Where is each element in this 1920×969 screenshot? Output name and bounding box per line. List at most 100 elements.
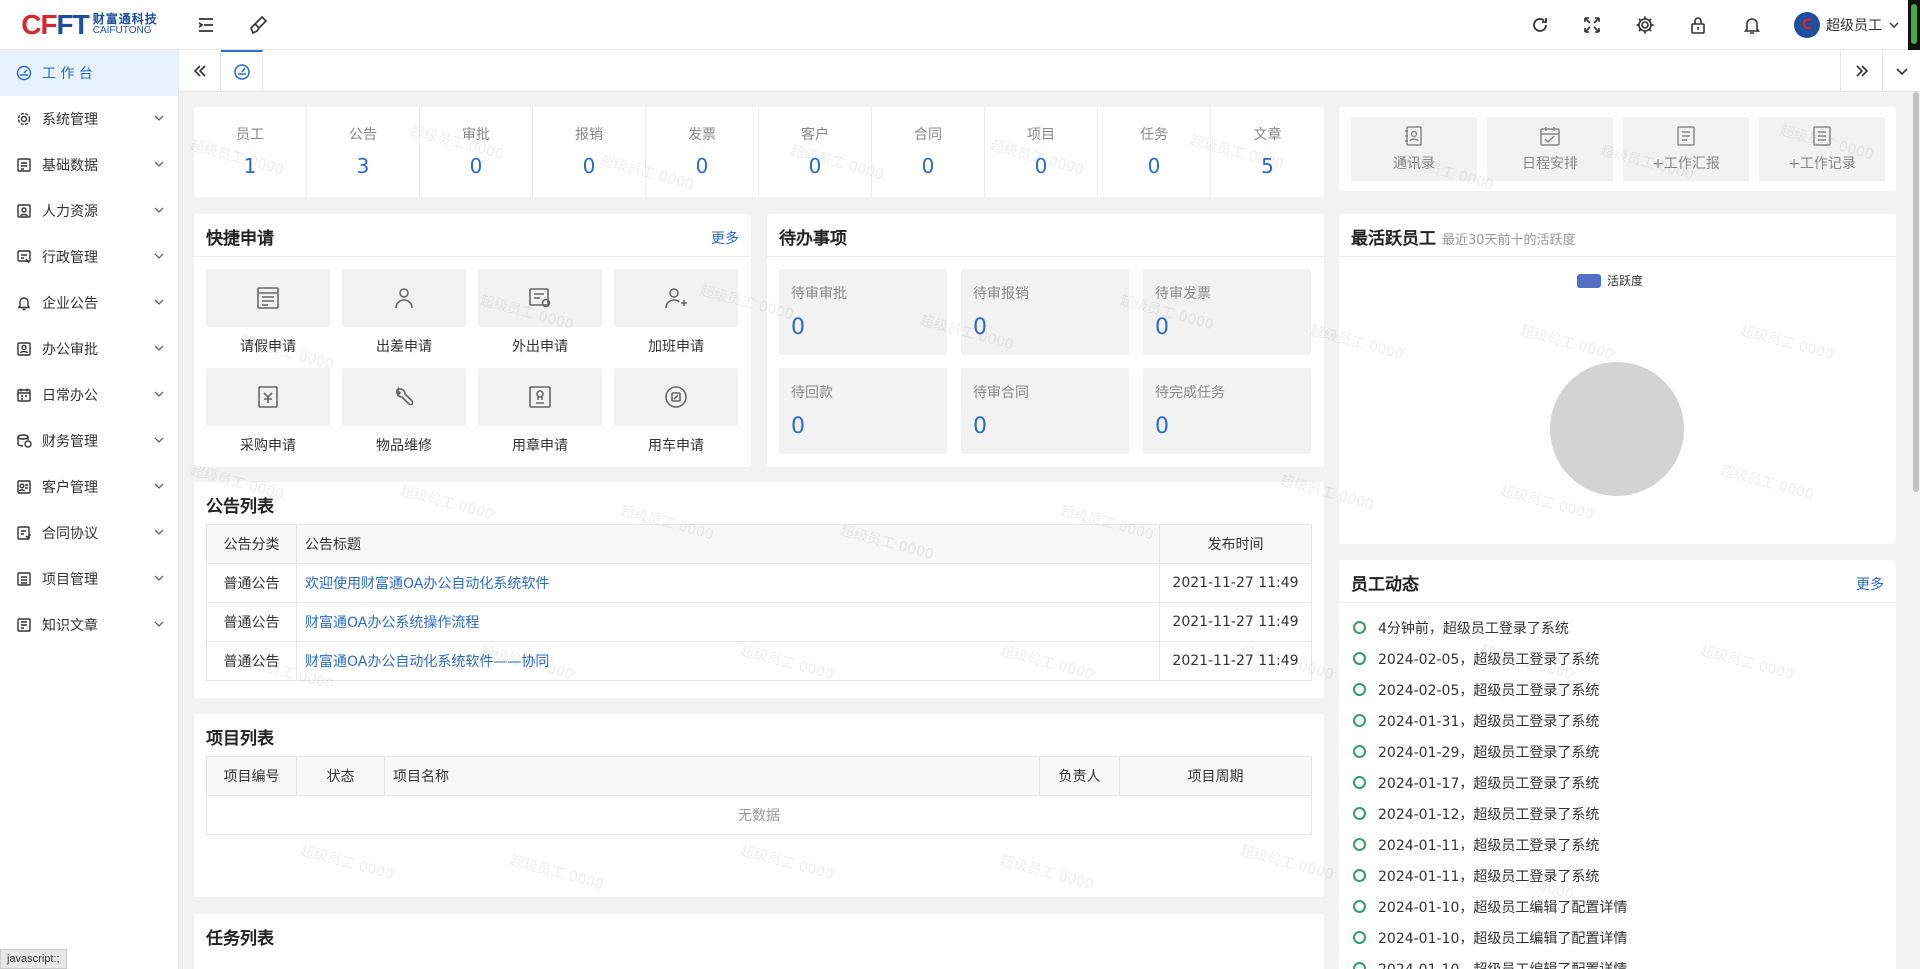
lock-button[interactable] xyxy=(1672,0,1724,50)
chevron-down-icon xyxy=(154,575,164,581)
tool-button[interactable]: +工作记录 xyxy=(1759,117,1885,181)
stat-item[interactable]: 员工 1 xyxy=(194,107,307,197)
notice-category: 普通公告 xyxy=(206,563,297,603)
todo-item[interactable]: 待审合同 0 xyxy=(961,368,1129,454)
logo[interactable]: CFFT 财富通科技 CAIFUTONG xyxy=(0,0,179,50)
stat-item[interactable]: 文章 5 xyxy=(1211,107,1324,197)
fullscreen-button[interactable] xyxy=(1566,0,1618,50)
sidebar-item-12[interactable]: 知识文章 xyxy=(0,602,178,648)
project-list-card: 项目列表 项目编号 状态 项目名称 负责人 项目周期 无数据 xyxy=(194,714,1324,897)
sidebar-item-6[interactable]: 办公审批 xyxy=(0,326,178,372)
menu-toggle-button[interactable] xyxy=(180,0,232,50)
project-list-title: 项目列表 xyxy=(206,729,274,749)
sidebar-item-3[interactable]: 人力资源 xyxy=(0,188,178,234)
employee-activity-more-link[interactable]: 更多 xyxy=(1856,574,1884,594)
table-row: 普通公告 财富通OA办公系统操作流程 2021-11-27 11:49 xyxy=(206,602,1312,642)
clean-cache-button[interactable] xyxy=(232,0,284,50)
stat-item[interactable]: 客户 0 xyxy=(759,107,872,197)
quick-apply-button[interactable] xyxy=(478,368,602,426)
user-name: 超级员工 xyxy=(1826,18,1882,34)
sidebar-item-2[interactable]: 基础数据 xyxy=(0,142,178,188)
stat-label: 项目 xyxy=(1027,127,1055,143)
column-header: 公告标题 xyxy=(296,524,1160,564)
quick-apply-button[interactable] xyxy=(342,368,466,426)
timeline-dot-icon xyxy=(1353,776,1366,789)
stat-item[interactable]: 项目 0 xyxy=(985,107,1098,197)
quick-apply-button[interactable] xyxy=(206,269,330,327)
sidebar-item-0[interactable]: 工 作 台 xyxy=(0,50,178,96)
double-chevron-left-icon xyxy=(193,64,206,77)
schedule-icon xyxy=(1540,127,1560,146)
tab-scroll-right-button[interactable] xyxy=(1840,50,1882,91)
sidebar-item-4[interactable]: 行政管理 xyxy=(0,234,178,280)
stat-label: 发票 xyxy=(688,127,716,143)
activity-text: 2024-01-10，超级员工编辑了配置详情 xyxy=(1378,959,1627,969)
menu-fold-icon xyxy=(198,18,213,32)
chart-legend[interactable]: 活跃度 xyxy=(1577,272,1643,289)
tool-button[interactable]: +工作汇报 xyxy=(1623,117,1749,181)
tool-button[interactable]: 日程安排 xyxy=(1487,117,1613,181)
stat-item[interactable]: 公告 3 xyxy=(307,107,420,197)
stat-item[interactable]: 报销 0 xyxy=(533,107,646,197)
main-scrollbar[interactable] xyxy=(1912,92,1920,969)
notice-title-link[interactable]: 欢迎使用财富通OA办公自动化系统软件 xyxy=(305,576,549,592)
refresh-button[interactable] xyxy=(1514,0,1566,50)
sidebar-item-10[interactable]: 合同协议 xyxy=(0,510,178,556)
quick-apply-label[interactable]: 外出申请 xyxy=(478,336,602,356)
notification-button[interactable] xyxy=(1726,0,1778,50)
user-menu[interactable]: C 超级员工 xyxy=(1794,0,1900,50)
sidebar-item-8[interactable]: 财务管理 xyxy=(0,418,178,464)
top-header: CFFT 财富通科技 CAIFUTONG C 超级员工 xyxy=(0,0,1920,50)
sidebar-item-label: 项目管理 xyxy=(42,572,98,588)
stat-value: 0 xyxy=(921,154,935,178)
todo-item[interactable]: 待审发票 0 xyxy=(1143,269,1311,355)
quick-apply-label[interactable]: 物品维修 xyxy=(342,435,466,455)
employee-activity-card: 员工动态 更多 4分钟前，超级员工登录了系统 2024-02-05，超级员工登录了… xyxy=(1339,560,1896,969)
sidebar-item-11[interactable]: 项目管理 xyxy=(0,556,178,602)
quick-apply-label[interactable]: 出差申请 xyxy=(342,336,466,356)
quick-apply-label[interactable]: 加班申请 xyxy=(614,336,738,356)
data-icon xyxy=(16,157,32,173)
todo-item[interactable]: 待审报销 0 xyxy=(961,269,1129,355)
active-employees-card: 最活跃员工 最近30天前十的活跃度 活跃度 xyxy=(1339,214,1896,544)
sidebar-item-label: 合同协议 xyxy=(42,526,98,542)
stat-item[interactable]: 合同 0 xyxy=(872,107,985,197)
quick-apply-button[interactable] xyxy=(614,368,738,426)
stat-item[interactable]: 发票 0 xyxy=(646,107,759,197)
refresh-icon xyxy=(1533,18,1547,32)
sidebar-item-label: 财务管理 xyxy=(42,434,98,450)
settings-button[interactable] xyxy=(1619,0,1671,50)
activity-pie-chart xyxy=(1550,362,1684,496)
sidebar-item-5[interactable]: 企业公告 xyxy=(0,280,178,326)
notice-title-link[interactable]: 财富通OA办公自动化系统软件——协同 xyxy=(305,654,549,670)
stat-item[interactable]: 任务 0 xyxy=(1098,107,1211,197)
quick-apply-label[interactable]: 用章申请 xyxy=(478,435,602,455)
quick-apply-button[interactable] xyxy=(206,368,330,426)
tab-home[interactable] xyxy=(221,50,263,91)
todo-item[interactable]: 待回款 0 xyxy=(779,368,947,454)
todo-item[interactable]: 待审审批 0 xyxy=(779,269,947,355)
sidebar-item-7[interactable]: 日常办公 xyxy=(0,372,178,418)
notice-list-card: 公告列表 公告分类 公告标题 发布时间 普通公告 欢迎使用财富通OA办公自动化系统… xyxy=(194,482,1324,698)
quick-apply-label[interactable]: 采购申请 xyxy=(206,435,330,455)
quick-apply-button[interactable] xyxy=(478,269,602,327)
quick-apply-button[interactable] xyxy=(342,269,466,327)
stat-item[interactable]: 审批 0 xyxy=(420,107,533,197)
tab-menu-button[interactable] xyxy=(1882,50,1920,91)
tab-scroll-left-button[interactable] xyxy=(179,50,221,91)
chevron-down-icon xyxy=(154,345,164,351)
sidebar-item-1[interactable]: 系统管理 xyxy=(0,96,178,142)
quick-apply-button[interactable] xyxy=(614,269,738,327)
sidebar-item-9[interactable]: 客户管理 xyxy=(0,464,178,510)
todo-label: 待完成任务 xyxy=(1155,385,1225,401)
quick-apply-label[interactable]: 请假申请 xyxy=(206,336,330,356)
notice-title-link[interactable]: 财富通OA办公系统操作流程 xyxy=(305,615,479,631)
quick-apply-more-link[interactable]: 更多 xyxy=(711,228,739,248)
activity-item: 4分钟前，超级员工登录了系统 xyxy=(1353,612,1569,643)
tool-button[interactable]: 通讯录 xyxy=(1351,117,1477,181)
todo-item[interactable]: 待完成任务 0 xyxy=(1143,368,1311,454)
quick-apply-label[interactable]: 用车申请 xyxy=(614,435,738,455)
sidebar: 工 作 台系统管理 基础数据 人力资源 行政管理 企业公告 办公审批 日常办公财务管理客户管… xyxy=(0,50,179,969)
activity-text: 2024-01-11，超级员工登录了系统 xyxy=(1378,868,1600,885)
todo-card: 待办事项 待审审批 0 待审报销 0 待审发票 0 待回款 0 待审合同 0 待完成任务 0 xyxy=(767,214,1324,467)
